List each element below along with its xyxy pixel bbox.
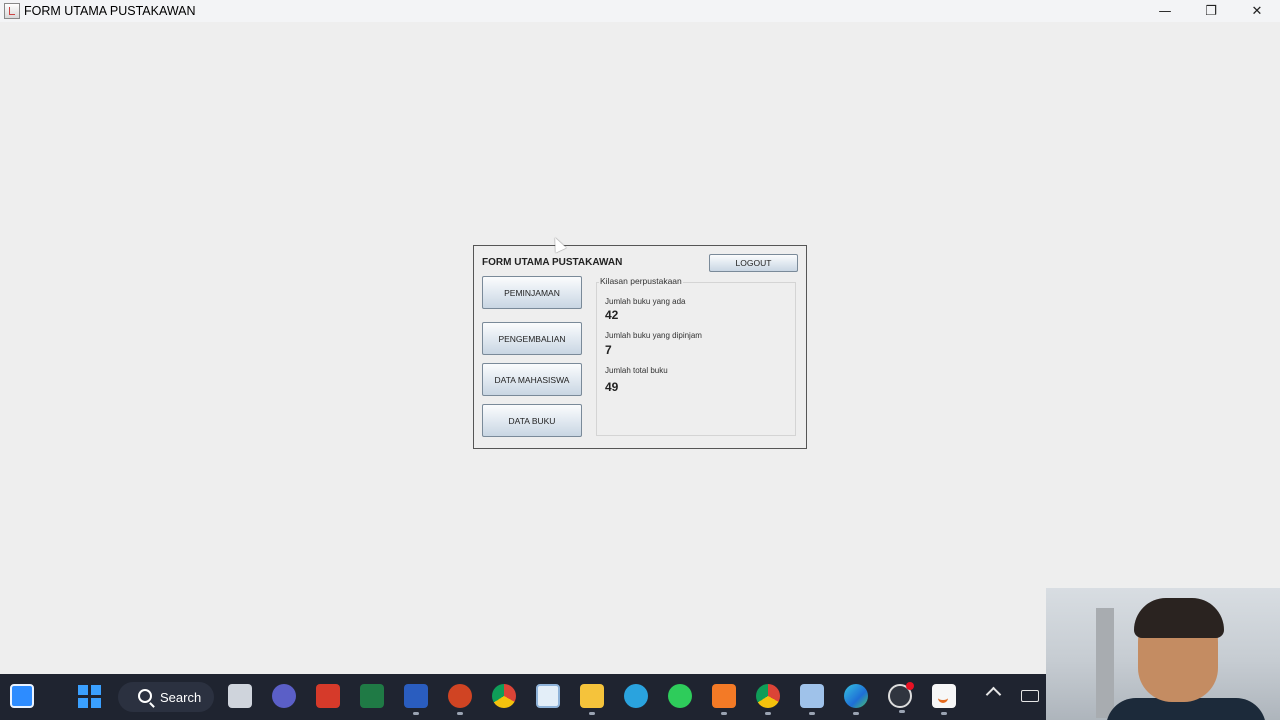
chrome-icon[interactable] (492, 684, 516, 708)
java-icon[interactable] (932, 684, 956, 715)
power-app-icon[interactable] (316, 684, 340, 708)
library-summary-legend: Kilasan perpustakaan (599, 276, 683, 286)
data-mahasiswa-button[interactable]: DATA MAHASISWA (482, 363, 582, 396)
keyboard-icon[interactable] (1021, 690, 1039, 702)
available-books-value: 42 (605, 308, 619, 322)
monitor-app-icon[interactable] (536, 684, 560, 708)
available-books-label: Jumlah buku yang ada (605, 297, 686, 306)
total-books-value: 49 (605, 380, 619, 394)
word-icon[interactable] (404, 684, 428, 715)
file-explorer-icon[interactable] (580, 684, 604, 715)
logout-button[interactable]: LOGOUT (709, 254, 798, 272)
chrome-icon[interactable] (756, 684, 780, 715)
widgets-icon[interactable] (10, 684, 34, 708)
borrowed-books-label: Jumlah buku yang dipinjam (605, 331, 702, 340)
borrowed-books-value: 7 (605, 343, 612, 357)
close-button[interactable]: ✕ (1234, 0, 1280, 22)
form-title: FORM UTAMA PUSTAKAWAN (482, 257, 623, 268)
start-icon[interactable] (78, 685, 102, 709)
xampp-icon[interactable] (712, 684, 736, 715)
maximize-button[interactable]: ❐ (1188, 0, 1234, 22)
chevron-up-icon[interactable] (985, 686, 1002, 703)
recording-dot-icon (906, 682, 914, 690)
peminjaman-button[interactable]: PEMINJAMAN (482, 276, 582, 309)
minimize-button[interactable]: — (1142, 0, 1188, 22)
title-bar[interactable]: FORM UTAMA PUSTAKAWAN — ❐ ✕ (0, 0, 1280, 22)
search-icon (138, 689, 152, 703)
data-buku-button[interactable]: DATA BUKU (482, 404, 582, 437)
meeting-app-icon[interactable] (272, 684, 296, 708)
window-controls: — ❐ ✕ (1142, 0, 1280, 22)
webcam-overlay (1046, 588, 1280, 720)
main-window: FORM UTAMA PUSTAKAWAN — ❐ ✕ FORM UTAMA P… (0, 0, 1280, 674)
box-app-icon[interactable] (800, 684, 824, 715)
total-books-label: Jumlah total buku (605, 366, 668, 375)
telegram-icon[interactable] (624, 684, 648, 708)
main-form-panel: FORM UTAMA PUSTAKAWAN LOGOUT PEMINJAMAN … (473, 245, 807, 449)
task-view-icon[interactable] (228, 684, 252, 708)
whatsapp-icon[interactable] (668, 684, 692, 708)
pengembalian-button[interactable]: PENGEMBALIAN (482, 322, 582, 355)
edge-icon[interactable] (844, 684, 868, 715)
search-label: Search (160, 689, 202, 705)
window-title: FORM UTAMA PUSTAKAWAN (24, 4, 196, 18)
taskbar-search[interactable]: Search (118, 682, 214, 712)
java-app-icon (4, 3, 20, 19)
excel-icon[interactable] (360, 684, 384, 708)
powerpoint-icon[interactable] (448, 684, 472, 715)
